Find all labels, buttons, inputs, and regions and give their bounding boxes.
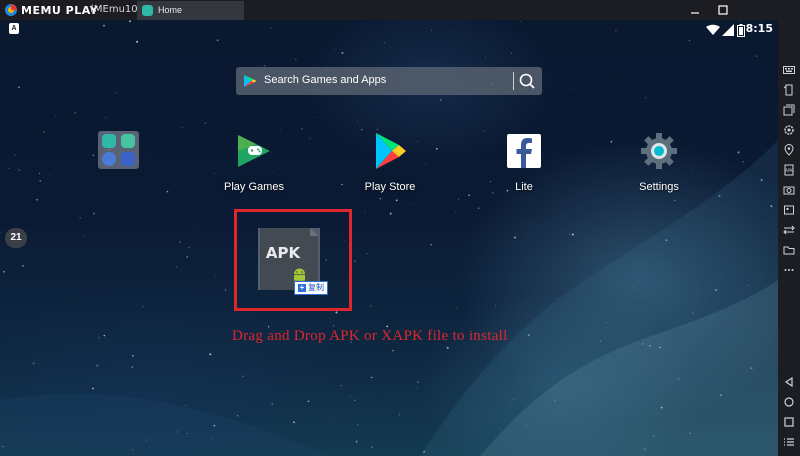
recent-apps-button[interactable]	[781, 414, 797, 430]
folder-icon	[783, 246, 795, 255]
copy-label: 复制	[308, 283, 324, 292]
more-button[interactable]	[781, 262, 797, 278]
home-button[interactable]	[781, 394, 797, 410]
maximize-icon	[718, 5, 728, 15]
app-facebook-lite[interactable]: Lite	[479, 131, 569, 193]
more-icon	[784, 269, 794, 271]
folder-app-3-icon	[102, 152, 116, 166]
play-store-icon	[376, 133, 406, 169]
right-toolbar: APK	[778, 20, 800, 456]
location-button[interactable]	[781, 142, 797, 158]
minimize-button[interactable]	[684, 0, 706, 20]
signal-icon	[722, 20, 734, 40]
install-hint: Drag and Drop APK or XAPK file to instal…	[232, 328, 508, 344]
app-play-games[interactable]: Play Games	[209, 131, 299, 193]
shared-folder-button[interactable]	[781, 242, 797, 258]
record-icon	[784, 205, 794, 215]
rotate-button[interactable]	[781, 82, 797, 98]
app-label: Settings	[639, 181, 679, 193]
wifi-icon	[706, 20, 720, 40]
back-button[interactable]	[781, 374, 797, 390]
apk-drop-zone[interactable]: APK + 复制	[234, 209, 352, 311]
search-icon[interactable]	[518, 72, 536, 90]
android-robot-icon	[294, 268, 305, 281]
status-time: 8:15	[745, 22, 773, 35]
multi-window-icon	[783, 104, 795, 116]
shake-icon	[783, 225, 795, 235]
battery-icon	[737, 20, 745, 40]
record-button[interactable]	[781, 202, 797, 218]
home-tab-icon	[142, 5, 153, 16]
app-label: Play Games	[224, 181, 284, 193]
memu-logo: MEMU PLAY	[4, 2, 98, 18]
floating-clock-widget[interactable]: 21	[5, 228, 27, 248]
screenshot-button[interactable]	[781, 182, 797, 198]
app-folder[interactable]	[98, 131, 139, 169]
settings-icon	[641, 133, 677, 169]
tab-home[interactable]: Home	[137, 1, 244, 20]
settings-toolbar-button[interactable]	[781, 122, 797, 138]
apk-icon: APK	[784, 164, 794, 176]
minimize-icon	[691, 12, 699, 14]
search-bar[interactable]: Search Games and Apps	[236, 67, 542, 95]
folder-app-4-icon	[121, 152, 135, 166]
android-screen[interactable]: A 8:15 Search Games and Apps Play Games …	[0, 20, 778, 456]
instance-name: (MEmu10)	[90, 4, 142, 15]
google-play-icon	[244, 75, 257, 87]
tab-label: Home	[158, 5, 183, 15]
app-play-store[interactable]: Play Store	[345, 131, 435, 193]
location-pin-icon	[784, 144, 794, 156]
svg-text:APK: APK	[785, 168, 793, 173]
copy-tooltip: + 复制	[294, 281, 328, 295]
rotate-icon	[783, 84, 793, 96]
menu-button[interactable]	[781, 434, 797, 450]
folder-app-2-icon	[121, 134, 135, 148]
app-name: MEMU PLAY	[21, 3, 99, 17]
search-divider	[513, 72, 514, 90]
shake-button[interactable]	[781, 222, 797, 238]
apk-install-button[interactable]: APK	[781, 162, 797, 178]
multi-window-button[interactable]	[781, 102, 797, 118]
app-label: Play Store	[364, 181, 416, 193]
list-menu-icon	[784, 438, 794, 446]
app-label: Lite	[515, 181, 533, 193]
camera-icon	[783, 186, 795, 195]
gear-icon	[784, 125, 794, 135]
facebook-icon	[507, 134, 541, 168]
plus-icon: +	[298, 283, 306, 292]
notification-icon: A	[9, 23, 19, 34]
memu-logo-icon	[5, 4, 17, 16]
recent-square-icon	[784, 417, 794, 427]
back-triangle-icon	[784, 376, 793, 388]
folder-app-1-icon	[102, 134, 116, 148]
home-circle-icon	[784, 397, 794, 407]
title-bar: MEMU PLAY (MEmu10) Home	[0, 0, 800, 20]
play-games-icon	[238, 135, 270, 167]
app-settings[interactable]: Settings	[614, 131, 704, 193]
apk-file-label: APK	[265, 244, 301, 262]
keymapping-button[interactable]	[781, 62, 797, 78]
keyboard-icon	[783, 66, 795, 74]
search-input[interactable]: Search Games and Apps	[264, 74, 386, 86]
maximize-button[interactable]	[712, 0, 734, 20]
